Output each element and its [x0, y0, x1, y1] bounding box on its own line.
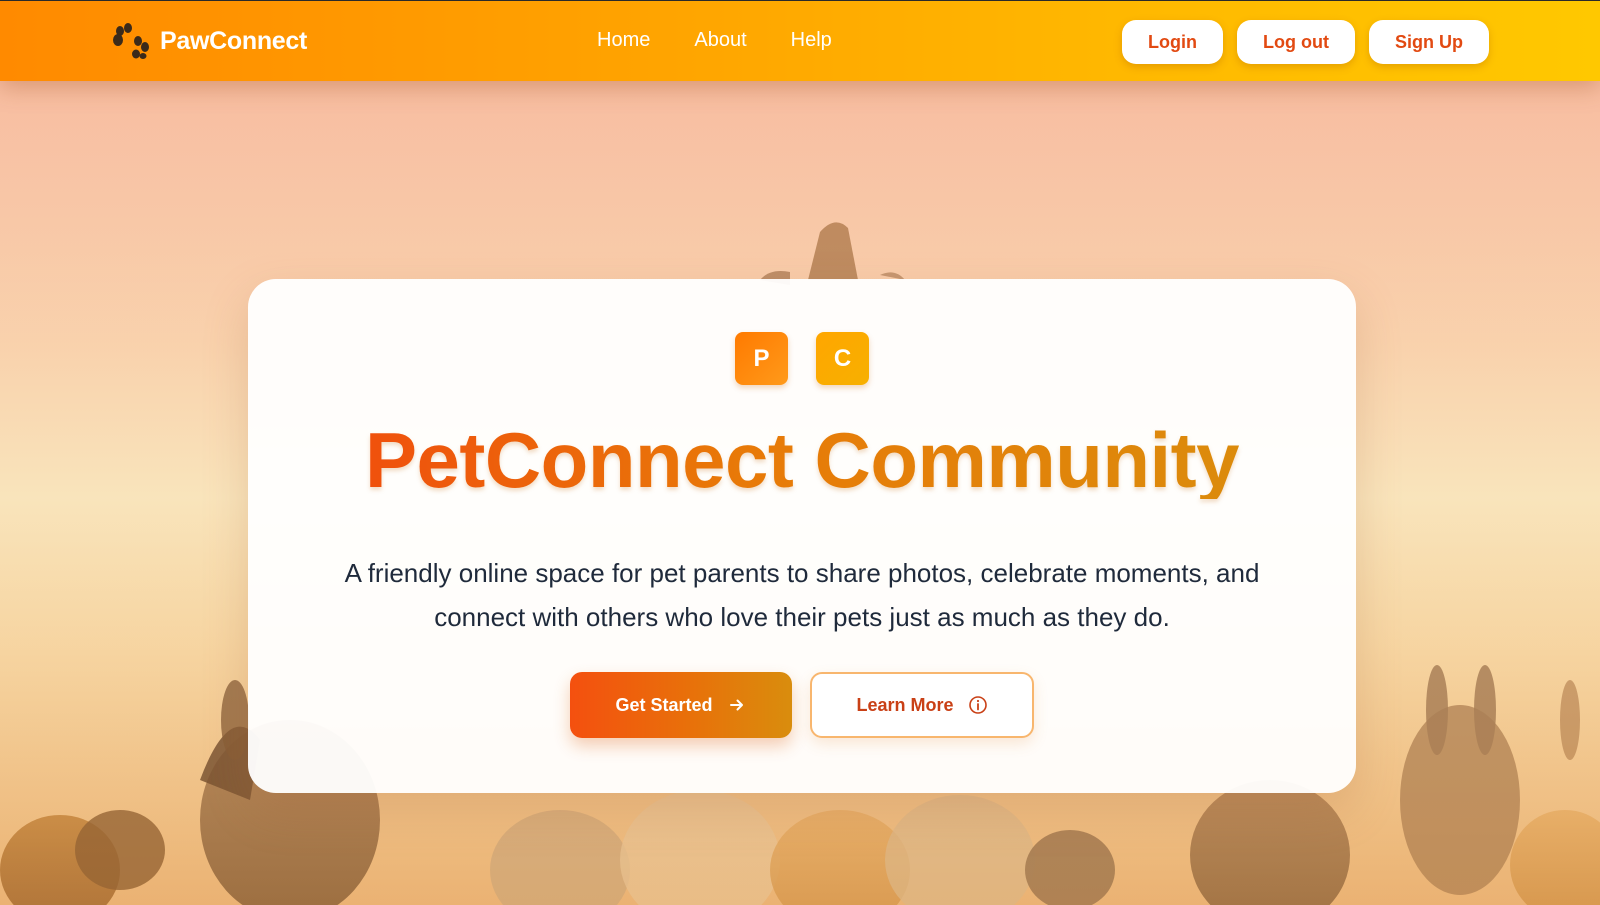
hero-badges: P C	[248, 332, 1356, 385]
nav-actions: Login Log out Sign Up	[1122, 20, 1489, 64]
badge-c: C	[816, 332, 869, 385]
get-started-button[interactable]: Get Started	[570, 672, 792, 738]
logout-button[interactable]: Log out	[1237, 20, 1355, 64]
top-navbar: PawConnect Home About Help Login Log out…	[0, 0, 1600, 81]
badge-p: P	[735, 332, 788, 385]
nav-links: Home About Help	[597, 29, 832, 52]
paw-icon	[113, 23, 149, 59]
hero-subtitle: A friendly online space for pet parents …	[344, 558, 1260, 632]
nav-link-about[interactable]: About	[694, 29, 746, 52]
nav-link-help[interactable]: Help	[791, 29, 832, 52]
login-button[interactable]: Login	[1122, 20, 1224, 64]
nav-link-home[interactable]: Home	[597, 29, 650, 52]
info-circle-icon	[968, 696, 987, 714]
learn-more-label: Learn More	[856, 694, 954, 715]
learn-more-button[interactable]: Learn More	[810, 672, 1034, 738]
brand-name: PawConnect	[160, 26, 308, 55]
signup-button[interactable]: Sign Up	[1369, 20, 1489, 64]
get-started-label: Get Started	[615, 694, 713, 715]
hero-card: P C PetConnect Community A friendly onli…	[248, 279, 1356, 793]
hero-actions: Get Started Learn More	[248, 672, 1356, 738]
hero-title: PetConnect Community	[248, 421, 1356, 499]
arrow-right-icon	[729, 699, 743, 711]
brand-logo[interactable]: PawConnect	[112, 23, 307, 59]
